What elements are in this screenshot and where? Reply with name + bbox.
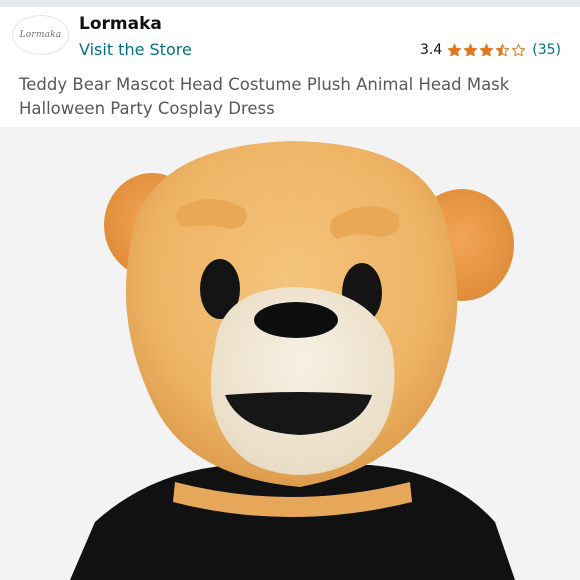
star-half-icon xyxy=(496,43,510,56)
teddy-bear-mascot-head-icon xyxy=(70,141,515,580)
rating-value: 3.4 xyxy=(419,42,443,58)
star-rating xyxy=(447,43,526,58)
top-divider xyxy=(0,0,580,7)
product-image[interactable] xyxy=(0,127,580,580)
rating-summary[interactable]: 3.4 (35) xyxy=(420,42,561,58)
product-title: Teddy Bear Mascot Head Costume Plush Ani… xyxy=(19,75,510,118)
review-count-link[interactable]: (35) xyxy=(532,42,561,58)
star-icon xyxy=(464,43,478,56)
star-empty-icon xyxy=(512,43,526,56)
store-logo[interactable]: Lormaka xyxy=(13,16,68,54)
store-logo-text: Lormaka xyxy=(19,30,62,40)
star-icon xyxy=(480,43,494,56)
visit-store-link[interactable]: Visit the Store xyxy=(79,40,192,59)
star-icon xyxy=(448,43,462,56)
store-name[interactable]: Lormaka xyxy=(79,14,162,34)
